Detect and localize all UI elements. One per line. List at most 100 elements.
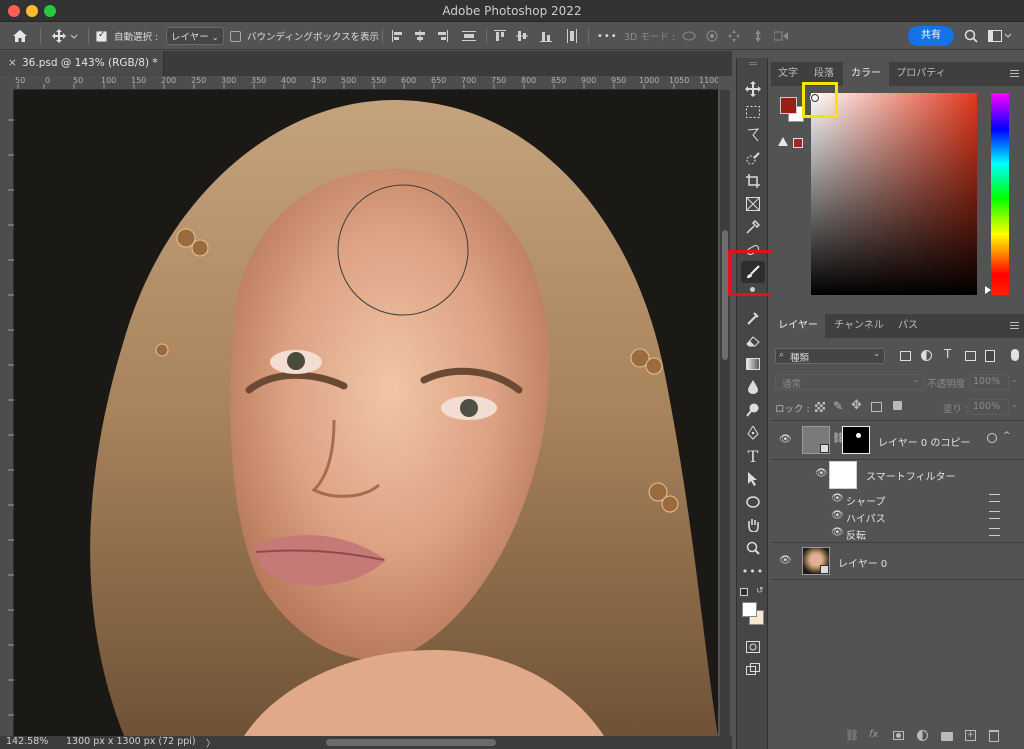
visibility-eye-icon[interactable]: 👁 <box>779 434 793 445</box>
lock-artboard-icon[interactable] <box>871 402 882 412</box>
screen-mode-icon[interactable] <box>741 658 765 680</box>
fill-input[interactable]: 100% <box>969 399 1009 415</box>
layer-filter-dropdown[interactable]: ⌕ 種類 ⌄ <box>775 348 885 364</box>
filter-blending-options-icon[interactable] <box>989 528 1000 536</box>
share-button[interactable]: 共有 <box>908 26 954 46</box>
visibility-eye-icon[interactable]: 👁 <box>815 468 829 479</box>
horizontal-scrollbar-thumb[interactable] <box>326 739 496 746</box>
visibility-eye-icon[interactable]: 👁 <box>779 555 793 566</box>
distribute-icon[interactable] <box>462 22 476 50</box>
3d-slide-icon[interactable] <box>752 22 764 50</box>
path-selection-tool-icon[interactable] <box>741 468 765 490</box>
vertical-scrollbar[interactable] <box>720 90 730 736</box>
filter-row[interactable]: 👁 シャープ <box>771 491 1024 508</box>
distribute-vertical-icon[interactable] <box>566 22 578 50</box>
add-mask-icon[interactable] <box>893 731 904 740</box>
close-document-icon[interactable]: × <box>8 51 17 76</box>
eraser-tool-icon[interactable] <box>741 330 765 352</box>
hand-tool-icon[interactable] <box>741 514 765 536</box>
filter-toggle-icon[interactable] <box>1011 349 1019 361</box>
new-layer-icon[interactable]: + <box>965 730 976 741</box>
auto-select-target-dropdown[interactable]: レイヤー ⌄ <box>166 22 224 50</box>
smart-filters-row[interactable]: 👁 スマートフィルター <box>771 460 1024 494</box>
filter-row[interactable]: 👁 反転 <box>771 525 1024 543</box>
filter-blending-options-icon[interactable] <box>989 511 1000 519</box>
lock-all-icon[interactable] <box>893 401 902 410</box>
move-tool-icon[interactable] <box>741 78 765 100</box>
visibility-eye-icon[interactable]: 👁 <box>831 493 845 504</box>
ellipse-tool-icon[interactable] <box>741 491 765 513</box>
panel-menu-icon[interactable] <box>1010 70 1019 77</box>
new-group-icon[interactable] <box>941 732 953 741</box>
tab-layers[interactable]: レイヤー <box>771 314 825 338</box>
link-layers-icon[interactable]: ⛓ <box>845 729 859 742</box>
move-tool-preset-icon[interactable] <box>52 22 78 50</box>
eyedropper-tool-icon[interactable] <box>741 216 765 238</box>
3d-scale-icon[interactable] <box>774 22 788 50</box>
auto-select-checkbox[interactable] <box>96 22 107 50</box>
3d-roll-icon[interactable] <box>706 22 718 50</box>
gamut-warning-icon[interactable] <box>778 137 788 146</box>
3d-pan-icon[interactable] <box>728 22 740 50</box>
blend-mode-dropdown[interactable]: 通常 ⌄ <box>775 374 925 390</box>
gradient-tool-icon[interactable] <box>741 353 765 375</box>
quick-mask-icon[interactable] <box>741 636 765 658</box>
blur-tool-icon[interactable] <box>741 376 765 398</box>
pen-tool-icon[interactable] <box>741 422 765 444</box>
layer-row[interactable]: 👁 ⛓ レイヤー 0 のコピー ^ <box>771 420 1024 460</box>
search-icon[interactable] <box>964 22 978 50</box>
home-icon[interactable] <box>12 22 28 50</box>
hue-slider[interactable] <box>991 93 1009 295</box>
new-adjustment-layer-icon[interactable] <box>917 730 928 741</box>
visibility-eye-icon[interactable]: 👁 <box>831 527 845 538</box>
marquee-tool-icon[interactable] <box>741 101 765 123</box>
color-field[interactable] <box>811 93 977 295</box>
tab-paths[interactable]: パス <box>893 314 923 338</box>
layer-name[interactable]: レイヤー 0 のコピー <box>878 434 970 449</box>
layer-name[interactable]: レイヤー 0 <box>838 555 887 570</box>
visibility-eye-icon[interactable]: 👁 <box>831 510 845 521</box>
delete-layer-icon[interactable] <box>989 730 999 742</box>
color-panel-foreground-swatch[interactable] <box>780 97 797 114</box>
dodge-tool-icon[interactable] <box>741 399 765 421</box>
lock-image-icon[interactable]: ✎ <box>833 399 843 413</box>
layer-mask-thumbnail[interactable] <box>842 426 870 454</box>
layer-row[interactable]: 👁 レイヤー 0 <box>771 544 1024 580</box>
chevron-down-icon[interactable]: ⌄ <box>1011 375 1018 384</box>
lock-transparent-icon[interactable] <box>815 402 825 412</box>
filter-adjustment-icon[interactable] <box>921 350 932 361</box>
filter-smart-object-icon[interactable] <box>985 350 995 362</box>
align-left-edges-icon[interactable] <box>392 22 404 50</box>
gamut-color-swatch[interactable] <box>793 138 803 148</box>
status-menu-arrow[interactable]: 〉 <box>206 736 216 749</box>
filter-shape-icon[interactable] <box>965 351 976 361</box>
show-bbox-checkbox[interactable] <box>230 22 241 50</box>
hue-slider-marker[interactable] <box>985 286 991 294</box>
filter-row[interactable]: 👁 ハイパス <box>771 508 1024 525</box>
filter-pixel-icon[interactable] <box>900 351 911 361</box>
layer-thumbnail[interactable] <box>802 426 830 454</box>
swap-colors-icon[interactable]: ↺ <box>756 586 764 596</box>
crop-tool-icon[interactable] <box>741 170 765 192</box>
align-right-edges-icon[interactable] <box>436 22 448 50</box>
opacity-input[interactable]: 100% <box>969 374 1009 390</box>
frame-tool-icon[interactable] <box>741 193 765 215</box>
filter-blending-options-icon[interactable] <box>989 494 1000 502</box>
tab-properties[interactable]: プロパティ <box>891 62 951 86</box>
quick-selection-tool-icon[interactable] <box>741 147 765 169</box>
zoom-tool-icon[interactable] <box>741 537 765 559</box>
document-tab[interactable]: × 36.psd @ 143% (RGB/8) * <box>0 51 164 76</box>
layer-thumbnail[interactable] <box>802 547 830 575</box>
lasso-tool-icon[interactable] <box>741 124 765 146</box>
align-top-edges-icon[interactable] <box>494 22 506 50</box>
clone-stamp-tool-icon[interactable] <box>741 307 765 329</box>
add-layer-style-icon[interactable]: fx <box>869 729 878 740</box>
3d-orbit-icon[interactable] <box>682 22 696 50</box>
collapse-effects-icon[interactable]: ^ <box>1003 431 1011 441</box>
type-tool-icon[interactable]: T <box>741 445 765 467</box>
tab-character[interactable]: 文字 <box>771 62 805 86</box>
document-canvas[interactable] <box>14 90 718 736</box>
align-bottom-edges-icon[interactable] <box>540 22 552 50</box>
smart-filter-mask-thumbnail[interactable] <box>829 461 857 489</box>
layers-panel-menu-icon[interactable] <box>1010 322 1019 329</box>
